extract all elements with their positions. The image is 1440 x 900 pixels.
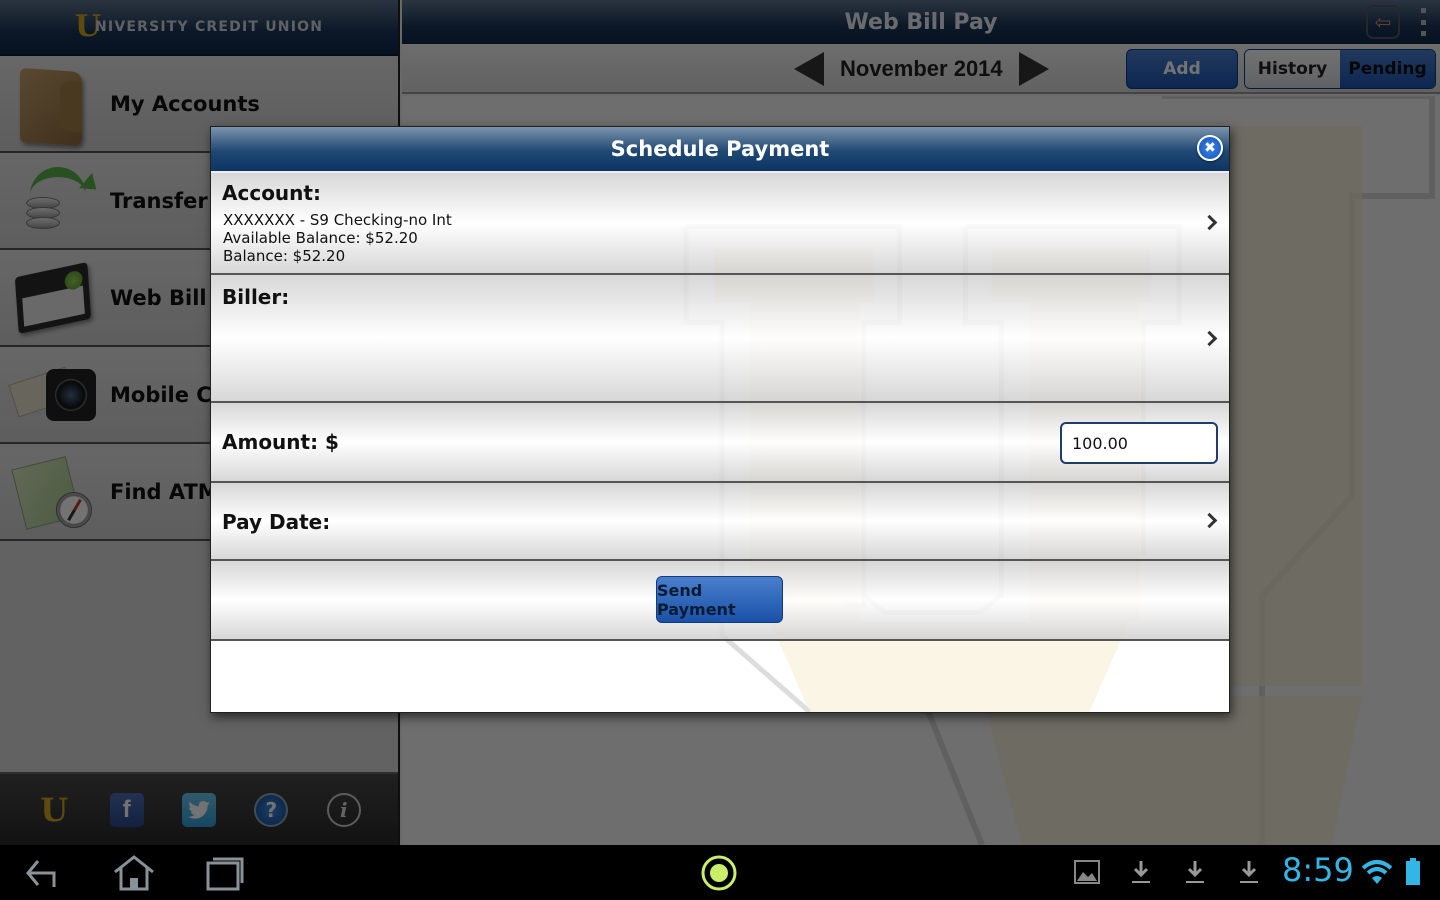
amount-label: Amount: $ xyxy=(222,430,339,454)
amount-row: Amount: $ xyxy=(211,403,1229,483)
pay-date-row[interactable]: Pay Date: xyxy=(211,483,1229,561)
send-payment-button[interactable]: Send Payment xyxy=(656,576,783,623)
wifi-icon xyxy=(1360,857,1394,887)
system-navigation-bar: 8:59 xyxy=(0,845,1440,900)
battery-icon xyxy=(1404,857,1422,887)
back-icon xyxy=(26,860,56,887)
biller-label: Biller: xyxy=(222,285,290,309)
recent-apps-icon xyxy=(206,857,244,891)
biller-row[interactable]: Biller: xyxy=(211,275,1229,403)
close-icon: ✖ xyxy=(1204,140,1216,156)
dialog-header: Schedule Payment ✖ xyxy=(211,127,1229,173)
send-row: Send Payment xyxy=(211,561,1229,641)
status-clock[interactable]: 8:59 xyxy=(1282,851,1354,889)
chevron-right-icon xyxy=(1201,330,1218,347)
chevron-right-icon xyxy=(1201,512,1218,529)
dialog-title: Schedule Payment xyxy=(610,137,830,161)
account-name: XXXXXXX - S9 Checking-no Int xyxy=(223,211,452,229)
amount-input[interactable] xyxy=(1060,422,1218,464)
gallery-icon xyxy=(1074,857,1100,887)
balance: Balance: $52.20 xyxy=(223,247,346,265)
back-button[interactable] xyxy=(22,853,66,893)
download-icon xyxy=(1130,857,1152,887)
app-screen: U NIVERSITY CREDIT UNION My Accounts Tra… xyxy=(0,0,1440,845)
available-balance: Available Balance: $52.20 xyxy=(223,229,418,247)
recent-apps-button[interactable] xyxy=(200,853,248,893)
download-icon xyxy=(1184,857,1206,887)
home-icon xyxy=(114,855,154,891)
account-details: XXXXXXX - S9 Checking-no Int Available B… xyxy=(223,211,452,265)
home-button[interactable] xyxy=(110,853,158,893)
close-button[interactable]: ✖ xyxy=(1197,135,1223,161)
account-row[interactable]: Account: XXXXXXX - S9 Checking-no Int Av… xyxy=(211,173,1229,275)
pay-date-label: Pay Date: xyxy=(222,510,331,534)
download-icon xyxy=(1238,857,1260,887)
chevron-right-icon xyxy=(1201,214,1218,231)
launcher-ring-icon xyxy=(701,855,737,891)
account-label: Account: xyxy=(222,181,321,205)
schedule-payment-dialog: Schedule Payment ✖ Account: XXXXXXX - S9… xyxy=(210,126,1230,713)
app-launcher-button[interactable] xyxy=(698,853,740,893)
